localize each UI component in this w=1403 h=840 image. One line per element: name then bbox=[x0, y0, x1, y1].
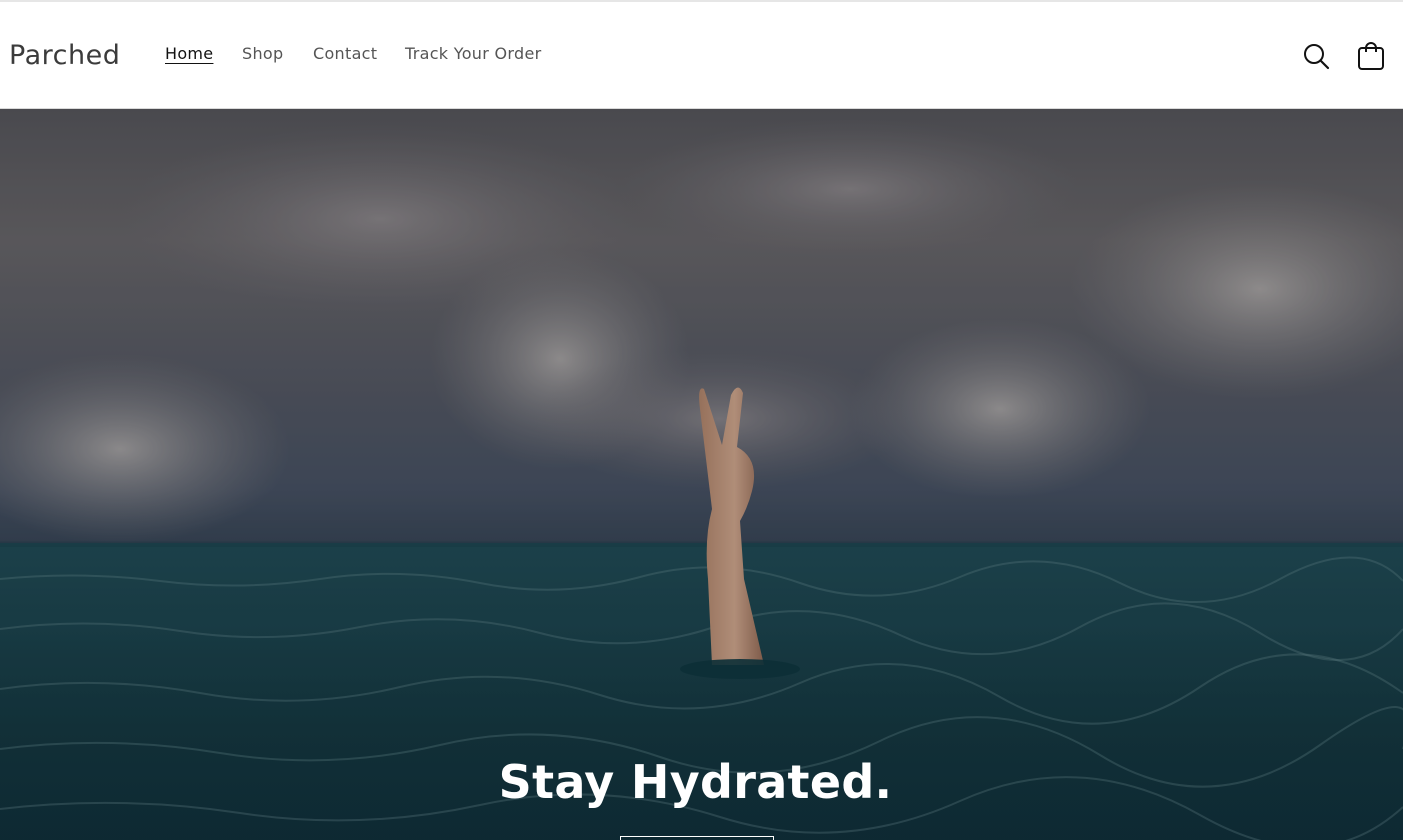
nav-item-track-order[interactable]: Track Your Order bbox=[405, 43, 541, 65]
hero-cta-button[interactable] bbox=[620, 836, 774, 840]
brand-logo[interactable]: Parched bbox=[9, 38, 120, 74]
site-header: Parched Home Shop Contact Track Your Ord… bbox=[0, 2, 1403, 109]
search-icon bbox=[1304, 44, 1330, 70]
hero-overlay bbox=[0, 109, 1403, 840]
nav-item-shop[interactable]: Shop bbox=[242, 43, 283, 65]
cart-icon bbox=[1358, 42, 1384, 70]
search-button[interactable] bbox=[1301, 41, 1331, 71]
nav-item-contact[interactable]: Contact bbox=[313, 43, 377, 65]
nav-item-home[interactable]: Home bbox=[165, 43, 213, 65]
hero-heading: Stay Hydrated. bbox=[498, 755, 893, 809]
hero-banner: Stay Hydrated. bbox=[0, 109, 1403, 840]
cart-button[interactable] bbox=[1356, 41, 1386, 71]
